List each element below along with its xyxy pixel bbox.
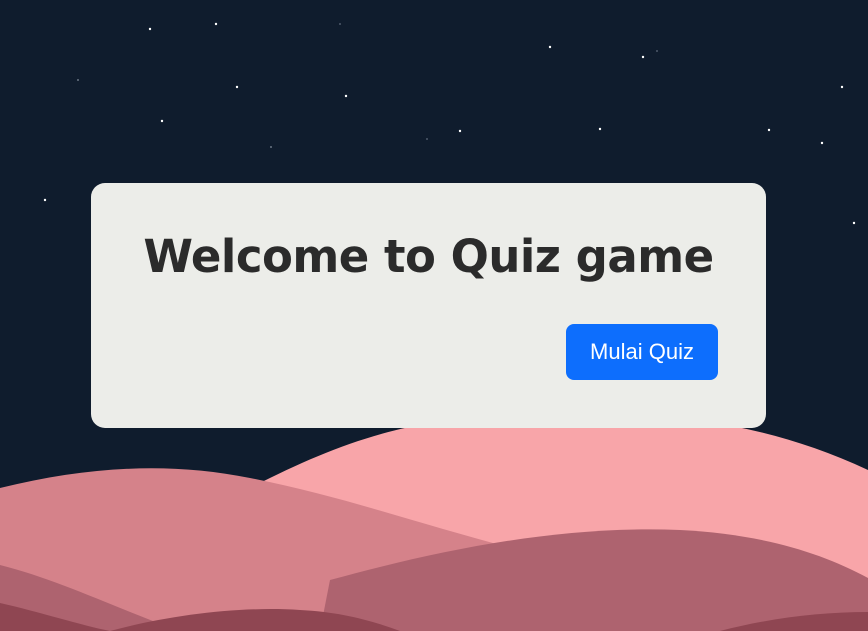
quiz-welcome-card: Welcome to Quiz game Mulai Quiz: [91, 183, 766, 428]
quiz-scene: Welcome to Quiz game Mulai Quiz: [0, 0, 868, 631]
start-quiz-button[interactable]: Mulai Quiz: [566, 324, 718, 380]
welcome-title: Welcome to Quiz game: [143, 230, 714, 283]
